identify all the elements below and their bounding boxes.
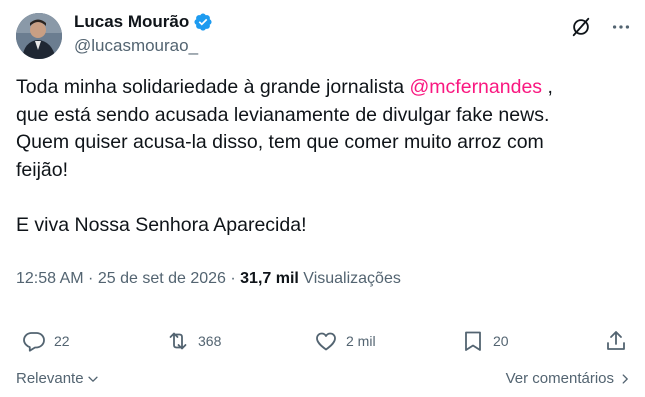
- sort-dropdown[interactable]: Relevante: [16, 370, 100, 387]
- meta-separator: ·: [225, 270, 241, 287]
- tweet-time[interactable]: 12:58 AM: [16, 270, 84, 287]
- bookmark-button[interactable]: 20: [461, 325, 509, 357]
- see-replies-link[interactable]: Ver comentários: [506, 370, 632, 387]
- like-count: 2 mil: [346, 333, 376, 349]
- tweet-text: Toda minha solidariedade à grande jornal…: [16, 74, 616, 239]
- retweet-icon: [169, 332, 187, 350]
- sort-label: Relevante: [16, 370, 84, 387]
- tweet-text-segment: Toda minha solidariedade à grande jornal…: [16, 76, 410, 98]
- reply-button[interactable]: 22: [22, 325, 70, 357]
- grok-icon[interactable]: [570, 16, 592, 38]
- see-replies-label: Ver comentários: [505, 370, 614, 387]
- reply-count: 22: [54, 333, 70, 349]
- views-count: 31,7 mil: [240, 270, 299, 287]
- chevron-down-icon: [87, 376, 98, 382]
- action-bar: 22 368 2 mil 20: [0, 325, 645, 357]
- like-icon: [316, 332, 336, 351]
- like-button[interactable]: 2 mil: [314, 325, 376, 357]
- tweet-line: que está sendo acusada levianamente de d…: [16, 103, 550, 126]
- tweet-line: E viva Nossa Senhora Aparecida!: [16, 213, 307, 236]
- replies-footer: Relevante Ver comentários: [16, 370, 632, 392]
- retweet-count: 368: [198, 333, 222, 349]
- tweet-line: Toda minha solidariedade à grande jornal…: [16, 74, 616, 102]
- meta-separator: ·: [83, 270, 98, 287]
- more-icon[interactable]: [610, 16, 632, 38]
- avatar[interactable]: [16, 13, 62, 59]
- avatar-image: [16, 13, 62, 59]
- handle[interactable]: @lucasmourao_: [74, 35, 213, 57]
- tweet-header: Lucas Mourão @lucasmourao_: [16, 10, 632, 60]
- tweet-line: Quem quiser acusa-la disso, tem que come…: [16, 131, 544, 153]
- tweet-meta: 12:58 AM · 25 de set de 2026 · 31,7 mil …: [16, 268, 401, 290]
- verified-badge-icon[interactable]: [193, 12, 213, 32]
- chevron-right-icon: [622, 373, 628, 384]
- share-icon: [607, 331, 625, 350]
- tweet-date[interactable]: 25 de set de 2026: [98, 270, 226, 287]
- tweet-text-segment: ,: [542, 76, 553, 98]
- mention-link[interactable]: @mcfernandes: [410, 76, 543, 98]
- views-label: Visualizações: [298, 270, 401, 287]
- share-button[interactable]: [604, 325, 628, 357]
- bookmark-count: 20: [493, 333, 509, 349]
- bookmark-icon: [465, 331, 481, 351]
- reply-icon: [23, 332, 45, 352]
- retweet-button[interactable]: 368: [166, 325, 221, 357]
- display-name[interactable]: Lucas Mourão: [74, 10, 189, 34]
- tweet-line: feijão!: [16, 158, 69, 181]
